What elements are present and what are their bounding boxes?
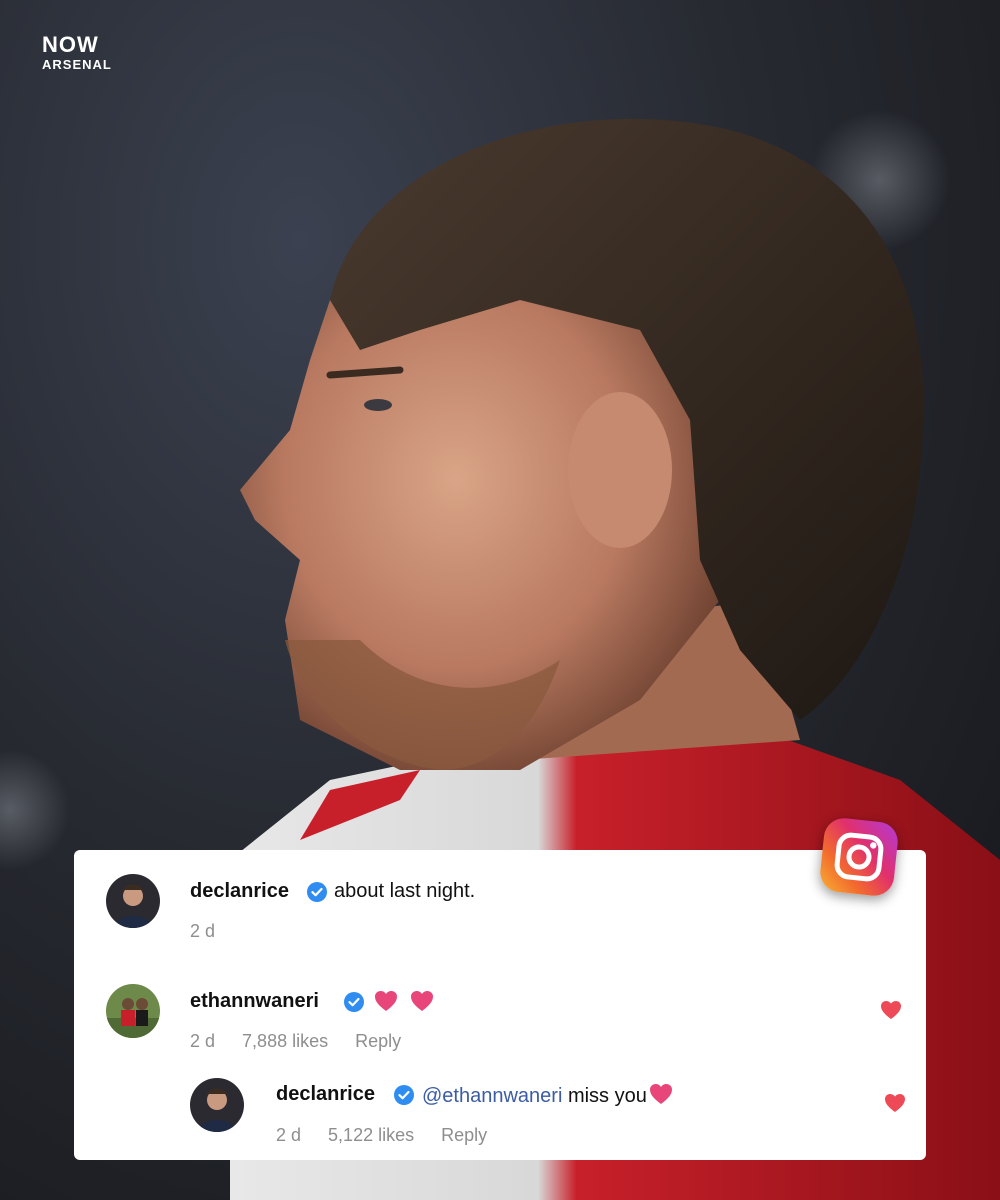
comment-likes[interactable]: 5,122 likes [328, 1125, 414, 1145]
comment-time: 2 d [190, 921, 216, 941]
verified-badge-icon [307, 882, 327, 902]
comment-meta: 2 d [190, 921, 237, 942]
comment-username[interactable]: declanrice [276, 1083, 375, 1106]
verified-badge-icon [344, 992, 364, 1012]
comment-likes[interactable]: 7,888 likes [242, 1031, 328, 1051]
like-heart-icon[interactable] [880, 1000, 902, 1020]
mention-link[interactable]: @ethannwaneri [422, 1085, 562, 1107]
comment-text [368, 990, 434, 1015]
comment-meta: 2 d 5,122 likes Reply [276, 1125, 509, 1146]
like-heart-icon[interactable] [884, 1093, 906, 1113]
heart-emoji-icon [375, 991, 397, 1011]
avatar[interactable] [190, 1078, 244, 1132]
heart-emoji-icon [649, 1084, 672, 1104]
comment-card: declanrice about last night. 2 d ethannw… [74, 850, 926, 1160]
avatar[interactable] [106, 874, 160, 928]
logo-line-arsenal: ARSENAL [42, 57, 112, 72]
avatar[interactable] [106, 984, 160, 1038]
heart-emoji-icon [410, 991, 433, 1011]
verified-badge-icon [394, 1085, 414, 1105]
now-arsenal-logo: NOW ARSENAL [42, 32, 112, 72]
reply-button[interactable]: Reply [441, 1125, 487, 1145]
comment-username[interactable]: ethannwaneri [190, 990, 319, 1013]
comment-time: 2 d [190, 1031, 216, 1051]
comment-meta: 2 d 7,888 likes Reply [190, 1031, 423, 1052]
post-image: NOW ARSENAL declanrice about last night.… [0, 0, 1000, 1200]
reply-button[interactable]: Reply [355, 1031, 401, 1051]
comment-body: miss you [567, 1085, 647, 1107]
comment-username[interactable]: declanrice [190, 880, 289, 903]
comment-time: 2 d [276, 1125, 302, 1145]
instagram-icon [818, 816, 900, 898]
comment-text: about last night. [334, 880, 476, 902]
logo-line-now: NOW [42, 32, 99, 57]
comment-text: @ethannwaneri miss you [422, 1083, 673, 1108]
